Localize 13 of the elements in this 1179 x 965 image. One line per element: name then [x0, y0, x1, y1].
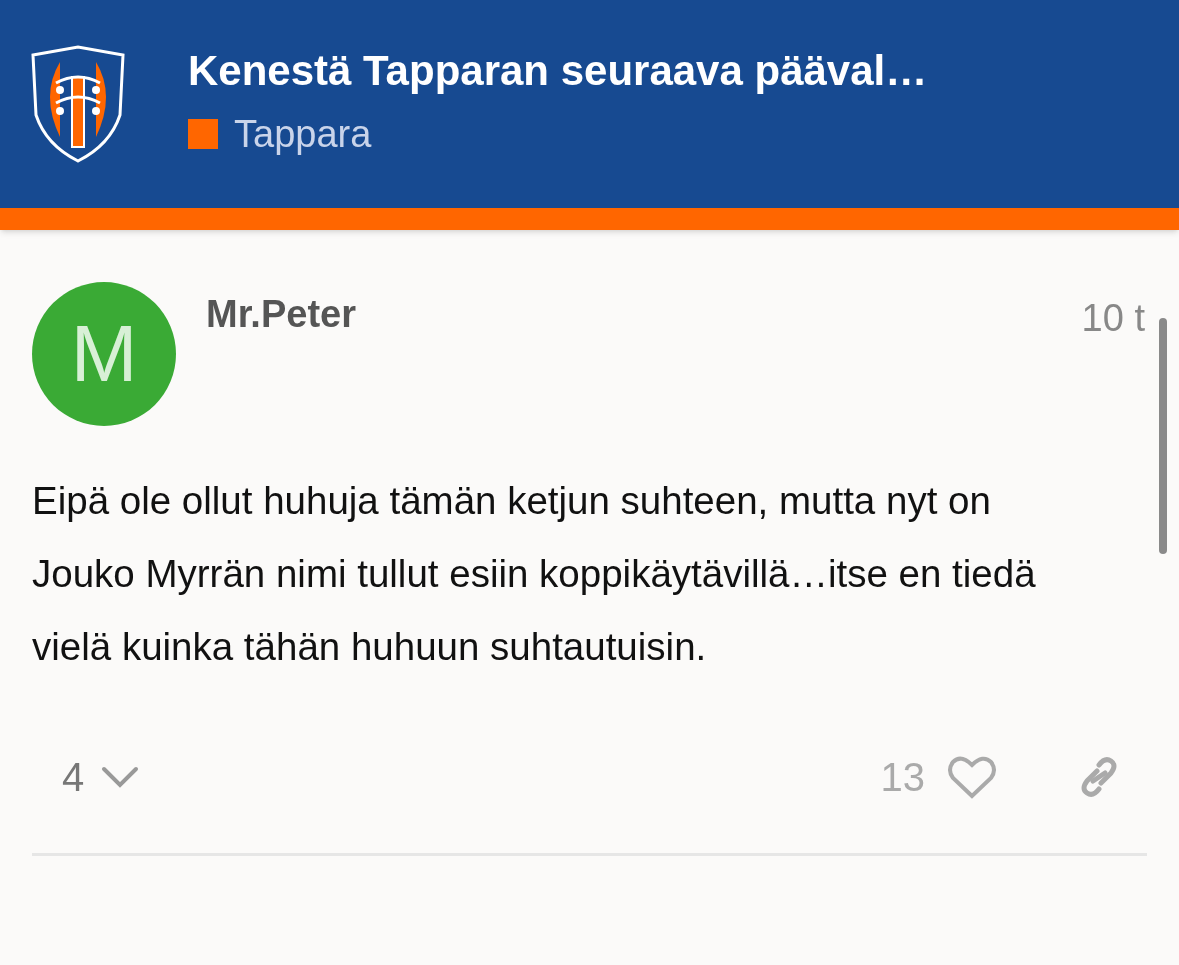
replies-toggle[interactable]: 4	[62, 747, 141, 808]
shield-logo-icon[interactable]	[30, 45, 126, 163]
like-count[interactable]: 13	[880, 747, 925, 808]
post-age[interactable]: 10 t	[1081, 290, 1145, 347]
like-button[interactable]	[947, 754, 997, 801]
scrollbar-icon	[1159, 318, 1167, 554]
chevron-down-icon	[100, 765, 141, 790]
avatar[interactable]: M	[32, 282, 176, 426]
category-link[interactable]: Tappara	[234, 105, 372, 163]
author-name[interactable]: Mr.Peter	[206, 286, 356, 343]
topic-title[interactable]: Kenestä Tapparan seuraava pääval…	[188, 45, 928, 98]
post-body: Eipä ole ollut huhuja tämän ketjun suhteen, mutta nyt on Jouko Myrrän nimi tullut esiin koppikäytävillä…itse en tiedä vielä kuinka tähän huhuun suhtautuisin.	[32, 478, 1037, 671]
heart-icon	[947, 754, 997, 801]
